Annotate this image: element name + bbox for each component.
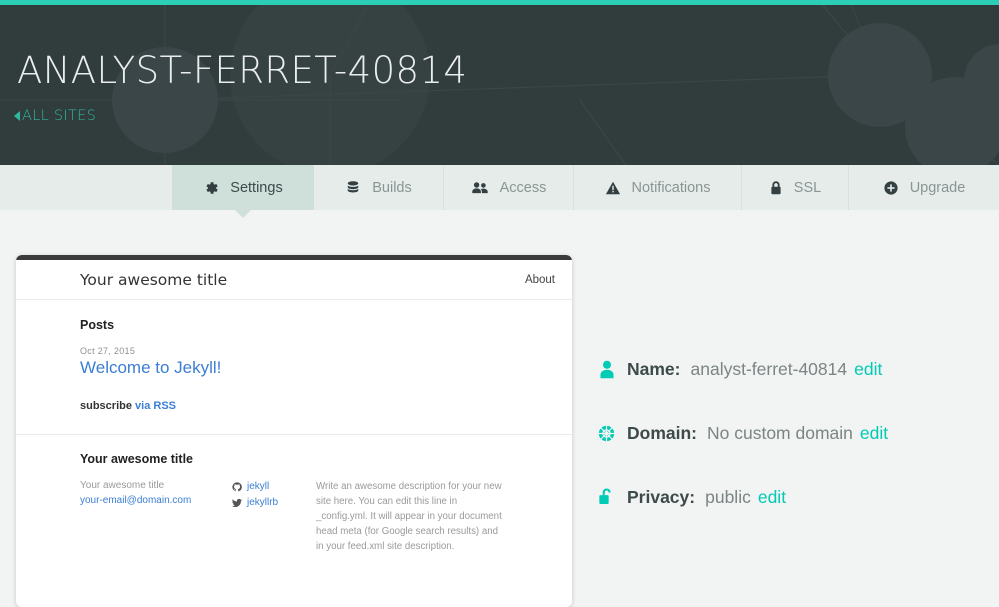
tab-ssl-label: SSL <box>793 179 822 196</box>
edit-domain-link[interactable]: edit <box>860 423 888 444</box>
twitter-handle: jekyllrb <box>247 497 279 508</box>
tab-bar-left-spacer <box>0 165 172 210</box>
tab-settings[interactable]: Settings <box>172 165 314 218</box>
site-settings-panel: Name: analyst-ferret-40814 edit Domain: … <box>597 355 987 547</box>
plus-circle-icon <box>883 180 899 196</box>
preview-site-header: Your awesome title About <box>16 260 572 300</box>
setting-label-name: Name: <box>627 358 681 379</box>
warning-triangle-icon <box>605 180 621 196</box>
footer-email-link[interactable]: your-email@domain.com <box>80 494 232 509</box>
users-icon <box>471 180 489 196</box>
unlock-icon <box>597 487 627 507</box>
posts-heading: Posts <box>80 318 115 332</box>
preview-nav-about[interactable]: About <box>525 274 555 286</box>
twitter-link[interactable]: jekyllrb <box>232 495 316 511</box>
footer-title: Your awesome title <box>80 452 193 466</box>
tab-settings-label: Settings <box>230 179 283 196</box>
footer-columns: Your awesome title your-email@domain.com… <box>80 479 508 554</box>
preview-site-footer: Your awesome title Your awesome title yo… <box>16 434 572 554</box>
post-date: Oct 27, 2015 <box>80 346 136 356</box>
person-icon <box>597 359 627 380</box>
footer-social-column: jekyll jekyllrb <box>232 479 316 554</box>
footer-description: Write an awesome description for your ne… <box>316 481 502 553</box>
preview-site-title: Your awesome title <box>80 270 228 289</box>
database-icon <box>345 180 361 196</box>
github-icon <box>232 482 242 492</box>
tab-upgrade[interactable]: Upgrade <box>849 165 999 210</box>
tab-upgrade-label: Upgrade <box>909 179 966 196</box>
tab-builds-label: Builds <box>372 179 412 196</box>
setting-value-name: analyst-ferret-40814 <box>690 358 848 379</box>
all-sites-back-link[interactable]: ALL SITES <box>14 108 96 124</box>
all-sites-label: ALL SITES <box>22 108 97 124</box>
gear-icon <box>203 180 219 196</box>
site-hero-header: ANALYST-FERRET-40814 ALL SITES <box>0 5 999 165</box>
site-preview-card[interactable]: Your awesome title About Posts Oct 27, 2… <box>16 255 572 607</box>
globe-icon <box>597 424 627 443</box>
preview-site-body: Posts Oct 27, 2015 Welcome to Jekyll! su… <box>16 300 572 412</box>
github-link[interactable]: jekyll <box>232 479 316 495</box>
subscribe-label: subscribe <box>80 400 132 412</box>
subscribe-line: subscribe via RSS <box>80 400 508 412</box>
setting-row-name: Name: analyst-ferret-40814 edit <box>597 355 987 383</box>
footer-contact-column: Your awesome title your-email@domain.com <box>80 479 232 554</box>
github-handle: jekyll <box>247 481 270 492</box>
setting-value-privacy: public <box>705 486 751 507</box>
rss-link[interactable]: via RSS <box>135 400 176 412</box>
setting-row-privacy: Privacy: public edit <box>597 483 987 511</box>
main-tab-bar: Settings Builds Access Notifications SSL… <box>0 165 999 218</box>
tab-ssl[interactable]: SSL <box>742 165 849 210</box>
footer-site-name: Your awesome title <box>80 480 165 491</box>
edit-privacy-link[interactable]: edit <box>758 487 786 508</box>
setting-label-privacy: Privacy: <box>627 486 696 507</box>
page-title: ANALYST-FERRET-40814 <box>17 49 468 92</box>
post-title-link[interactable]: Welcome to Jekyll! <box>80 358 508 378</box>
tab-notifications[interactable]: Notifications <box>574 165 742 210</box>
tab-builds[interactable]: Builds <box>314 165 444 210</box>
tab-access[interactable]: Access <box>444 165 574 210</box>
setting-value-domain: No custom domain <box>707 422 853 443</box>
twitter-icon <box>232 498 242 508</box>
edit-name-link[interactable]: edit <box>854 359 882 380</box>
lock-icon <box>769 180 783 196</box>
tab-access-label: Access <box>499 179 547 196</box>
setting-row-domain: Domain: No custom domain edit <box>597 419 987 447</box>
caret-left-icon <box>14 111 20 121</box>
setting-label-domain: Domain: <box>627 422 697 443</box>
tab-notifications-label: Notifications <box>631 179 711 196</box>
